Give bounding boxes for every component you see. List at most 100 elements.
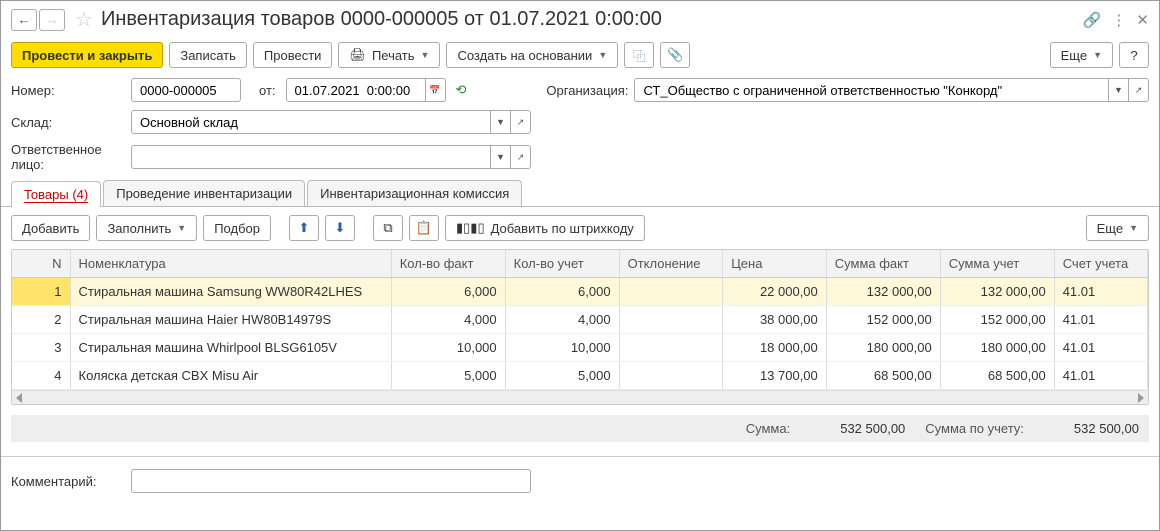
structure-button[interactable]: ⿻ [624,42,654,68]
print-button[interactable]: 🖨 Печать▼ [338,42,440,68]
cell-qty-fact[interactable]: 4,000 [391,306,505,334]
cell-sum-acc[interactable]: 132 000,00 [940,278,1054,306]
responsible-open-icon[interactable]: ↗ [511,145,531,169]
cell-account[interactable]: 41.01 [1054,278,1147,306]
help-button[interactable]: ? [1119,42,1149,68]
cell-account[interactable]: 41.01 [1054,362,1147,390]
cell-qty-fact[interactable]: 5,000 [391,362,505,390]
select-button[interactable]: Подбор [203,215,271,241]
cell-sum-fact[interactable]: 152 000,00 [826,306,940,334]
save-button[interactable]: Записать [169,42,247,68]
org-open-icon[interactable]: ↗ [1129,78,1149,102]
cell-deviation[interactable] [619,278,723,306]
cell-n[interactable]: 2 [12,306,70,334]
number-input[interactable] [131,78,241,102]
link-icon[interactable]: 🔗 [1083,11,1102,29]
create-based-on-button[interactable]: Создать на основании▼ [446,42,618,68]
fill-button[interactable]: Заполнить▼ [96,215,197,241]
responsible-input-group[interactable]: ▼ ↗ [131,145,531,169]
cell-nomenclature[interactable]: Стиральная машина Whirlpool BLSG6105V [70,334,391,362]
cell-sum-fact[interactable]: 132 000,00 [826,278,940,306]
cell-deviation[interactable] [619,334,723,362]
post-and-close-button[interactable]: Провести и закрыть [11,42,163,68]
responsible-dropdown-icon[interactable]: ▼ [491,145,511,169]
date-input-group[interactable]: 📅 [286,78,446,102]
org-label: Организация: [546,83,628,98]
cell-price[interactable]: 13 700,00 [723,362,827,390]
nav-back-button[interactable]: ← [11,9,37,31]
favorite-star-icon[interactable]: ☆ [75,7,93,32]
warehouse-input-group[interactable]: ▼ ↗ [131,110,531,134]
cell-deviation[interactable] [619,362,723,390]
table-row[interactable]: 3Стиральная машина Whirlpool BLSG6105V10… [12,334,1148,362]
col-price[interactable]: Цена [723,250,827,278]
cell-qty-acc[interactable]: 6,000 [505,278,619,306]
cell-price[interactable]: 18 000,00 [723,334,827,362]
warehouse-dropdown-icon[interactable]: ▼ [491,110,511,134]
calendar-icon[interactable]: 📅 [426,78,446,102]
subtoolbar-more-button[interactable]: Еще▼ [1086,215,1149,241]
attachments-button[interactable]: 📎 [660,42,690,68]
add-row-button[interactable]: Добавить [11,215,90,241]
cell-account[interactable]: 41.01 [1054,306,1147,334]
cell-account[interactable]: 41.01 [1054,334,1147,362]
cell-sum-acc[interactable]: 152 000,00 [940,306,1054,334]
kebab-menu-icon[interactable]: ⋮ [1111,11,1126,29]
toolbar-more-button[interactable]: Еще▼ [1050,42,1113,68]
nav-forward-button[interactable]: → [39,9,65,31]
cell-sum-fact[interactable]: 68 500,00 [826,362,940,390]
col-deviation[interactable]: Отклонение [619,250,723,278]
org-input-group[interactable]: ▼ ↗ [634,78,1149,102]
tab-commission[interactable]: Инвентаризационная комиссия [307,180,522,206]
copy-icon: ⧉ [383,220,392,236]
col-sum-acc[interactable]: Сумма учет [940,250,1054,278]
comment-label: Комментарий: [11,474,131,489]
copy-button[interactable]: ⧉ [373,215,403,241]
warehouse-open-icon[interactable]: ↗ [511,110,531,134]
move-down-button[interactable]: ⬇ [325,215,355,241]
cell-n[interactable]: 4 [12,362,70,390]
sum-value: 532 500,00 [840,421,905,436]
arrow-up-icon: ⬆ [299,220,310,236]
cell-deviation[interactable] [619,306,723,334]
cell-qty-acc[interactable]: 4,000 [505,306,619,334]
col-qty-acc[interactable]: Кол-во учет [505,250,619,278]
horizontal-scrollbar[interactable] [12,390,1148,404]
cell-qty-acc[interactable]: 10,000 [505,334,619,362]
col-qty-fact[interactable]: Кол-во факт [391,250,505,278]
tab-posting[interactable]: Проведение инвентаризации [103,180,305,206]
refresh-icon[interactable]: ⟲ [456,82,467,98]
add-by-barcode-button[interactable]: ▮▯▮▯ Добавить по штрихкоду [445,215,645,241]
cell-price[interactable]: 22 000,00 [723,278,827,306]
cell-sum-acc[interactable]: 180 000,00 [940,334,1054,362]
table-row[interactable]: 2Стиральная машина Haier HW80B14979S4,00… [12,306,1148,334]
cell-qty-fact[interactable]: 6,000 [391,278,505,306]
comment-input[interactable] [131,469,531,493]
table-row[interactable]: 4Коляска детская CBX Misu Air5,0005,0001… [12,362,1148,390]
cell-n[interactable]: 1 [12,278,70,306]
move-up-button[interactable]: ⬆ [289,215,319,241]
cell-price[interactable]: 38 000,00 [723,306,827,334]
printer-icon: 🖨 [349,47,366,63]
cell-n[interactable]: 3 [12,334,70,362]
sum-label: Сумма: [746,421,790,436]
cell-qty-acc[interactable]: 5,000 [505,362,619,390]
cell-sum-fact[interactable]: 180 000,00 [826,334,940,362]
barcode-icon: ▮▯▮▯ [456,220,485,236]
cell-sum-acc[interactable]: 68 500,00 [940,362,1054,390]
col-sum-fact[interactable]: Сумма факт [826,250,940,278]
post-button[interactable]: Провести [253,42,333,68]
col-account[interactable]: Счет учета [1054,250,1147,278]
tab-goods[interactable]: Товары (4) [11,181,101,207]
cell-qty-fact[interactable]: 10,000 [391,334,505,362]
cell-nomenclature[interactable]: Коляска детская CBX Misu Air [70,362,391,390]
paste-button[interactable]: 📋 [409,215,439,241]
org-dropdown-icon[interactable]: ▼ [1109,78,1129,102]
goods-table[interactable]: N Номенклатура Кол-во факт Кол-во учет О… [11,249,1149,405]
table-row[interactable]: 1Стиральная машина Samsung WW80R42LHES6,… [12,278,1148,306]
close-window-icon[interactable]: ✕ [1136,11,1149,29]
col-nomenclature[interactable]: Номенклатура [70,250,391,278]
col-n[interactable]: N [12,250,70,278]
cell-nomenclature[interactable]: Стиральная машина Haier HW80B14979S [70,306,391,334]
cell-nomenclature[interactable]: Стиральная машина Samsung WW80R42LHES [70,278,391,306]
